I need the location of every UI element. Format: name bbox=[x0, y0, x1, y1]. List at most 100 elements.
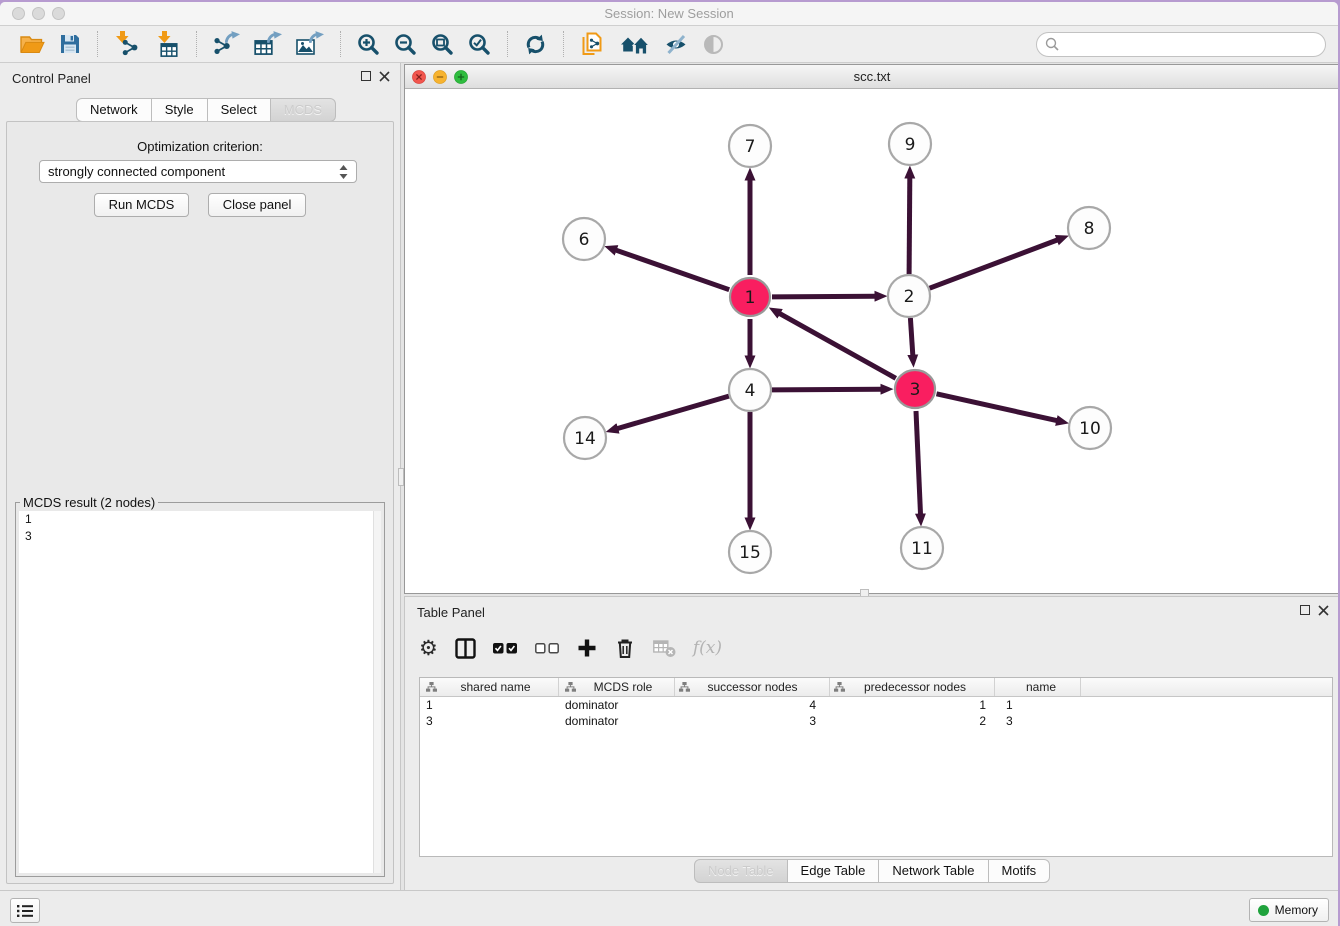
mcds-result-item: 1 bbox=[19, 511, 381, 528]
network-graph[interactable]: 7 9 6 8 1 2 4 3 14 10 15 11 bbox=[405, 89, 1338, 593]
column-settings-gear-icon[interactable]: ⚙ bbox=[419, 638, 438, 658]
function-builder-icon[interactable]: f(x) bbox=[693, 638, 722, 658]
svg-text:4: 4 bbox=[745, 381, 756, 401]
mcds-result-list[interactable]: 1 3 bbox=[19, 511, 381, 873]
float-table-panel-icon[interactable] bbox=[1300, 605, 1310, 615]
column-header-successor-nodes[interactable]: successor nodes bbox=[675, 678, 830, 696]
optimization-criterion-value: strongly connected component bbox=[48, 164, 339, 179]
graph-node-10[interactable]: 10 bbox=[1069, 407, 1111, 449]
column-header-name[interactable]: name bbox=[995, 678, 1081, 696]
graph-node-3[interactable]: 3 bbox=[895, 370, 935, 408]
graph-edge-3-1[interactable] bbox=[780, 314, 896, 379]
cell-shared-name[interactable]: 3 bbox=[420, 713, 559, 729]
column-header-shared-name[interactable]: shared name bbox=[420, 678, 559, 696]
import-table-icon[interactable] bbox=[147, 28, 187, 60]
zoom-fit-icon[interactable] bbox=[424, 28, 461, 60]
close-panel-icon[interactable] bbox=[379, 71, 390, 82]
svg-text:9: 9 bbox=[905, 135, 916, 155]
clone-network-icon[interactable] bbox=[573, 28, 613, 60]
svg-text:2: 2 bbox=[904, 287, 915, 307]
tab-motifs[interactable]: Motifs bbox=[989, 859, 1051, 883]
graph-node-6[interactable]: 6 bbox=[563, 218, 605, 260]
export-table-icon[interactable] bbox=[247, 28, 289, 60]
vertical-splitter-grip[interactable] bbox=[398, 468, 404, 486]
tab-style[interactable]: Style bbox=[152, 98, 208, 122]
memory-button[interactable]: Memory bbox=[1249, 898, 1329, 922]
control-panel-title: Control Panel bbox=[12, 71, 91, 86]
optimization-criterion-select[interactable]: strongly connected component bbox=[39, 160, 357, 183]
tab-mcds[interactable]: MCDS bbox=[271, 98, 336, 122]
svg-text:10: 10 bbox=[1079, 419, 1101, 439]
graph-node-14[interactable]: 14 bbox=[564, 417, 606, 459]
save-session-icon[interactable] bbox=[52, 28, 88, 60]
birdseye-view-icon[interactable] bbox=[695, 28, 732, 60]
graph-edge-4-14[interactable] bbox=[618, 396, 729, 428]
import-network-icon[interactable] bbox=[107, 28, 147, 60]
table-panel: Table Panel ⚙ bbox=[404, 596, 1338, 890]
graph-edge-4-3[interactable] bbox=[772, 389, 881, 390]
graph-node-15[interactable]: 15 bbox=[729, 531, 771, 573]
apply-layout-icon[interactable] bbox=[517, 28, 554, 60]
export-network-icon[interactable] bbox=[206, 28, 247, 60]
cell-mcds-role[interactable]: dominator bbox=[559, 697, 675, 713]
search-input[interactable] bbox=[1060, 35, 1325, 55]
select-all-columns-icon[interactable] bbox=[493, 643, 518, 654]
table-row[interactable]: 3 dominator 3 2 3 bbox=[420, 713, 1332, 729]
home-icon[interactable] bbox=[613, 28, 657, 60]
control-panel: Control Panel Network Style Select MCDS … bbox=[0, 63, 401, 890]
graph-node-8[interactable]: 8 bbox=[1068, 207, 1110, 249]
show-columns-icon[interactable] bbox=[455, 638, 476, 659]
column-header-mcds-role[interactable]: MCDS role bbox=[559, 678, 675, 696]
graph-node-7[interactable]: 7 bbox=[729, 125, 771, 167]
dropdown-stepper-icon bbox=[339, 165, 348, 179]
graph-edge-1-2[interactable] bbox=[772, 296, 875, 297]
delete-table-icon[interactable] bbox=[653, 639, 676, 658]
zoom-selected-icon[interactable] bbox=[461, 28, 498, 60]
graph-edge-3-10[interactable] bbox=[937, 394, 1057, 421]
zoom-in-icon[interactable] bbox=[350, 28, 387, 60]
unselect-all-columns-icon[interactable] bbox=[535, 643, 560, 654]
cell-successor-nodes[interactable]: 4 bbox=[675, 697, 830, 713]
cell-predecessor-nodes[interactable]: 1 bbox=[830, 697, 995, 713]
table-row[interactable]: 1 dominator 4 1 1 bbox=[420, 697, 1332, 713]
cell-predecessor-nodes[interactable]: 2 bbox=[830, 713, 995, 729]
close-panel-button[interactable]: Close panel bbox=[208, 193, 307, 217]
graph-node-2[interactable]: 2 bbox=[888, 275, 930, 317]
cell-shared-name[interactable]: 1 bbox=[420, 697, 559, 713]
delete-column-trash-icon[interactable] bbox=[614, 637, 636, 659]
open-session-icon[interactable] bbox=[12, 28, 52, 60]
tab-network[interactable]: Network bbox=[76, 98, 152, 122]
graph-node-1[interactable]: 1 bbox=[730, 278, 770, 316]
svg-text:11: 11 bbox=[911, 539, 933, 559]
graph-edge-2-8[interactable] bbox=[930, 240, 1058, 288]
tab-network-table[interactable]: Network Table bbox=[879, 859, 988, 883]
graph-node-11[interactable]: 11 bbox=[901, 527, 943, 569]
graph-edge-1-6[interactable] bbox=[616, 250, 729, 290]
task-history-button[interactable] bbox=[10, 898, 40, 923]
graph-node-4[interactable]: 4 bbox=[729, 369, 771, 411]
run-mcds-button[interactable]: Run MCDS bbox=[94, 193, 190, 217]
cell-name[interactable]: 1 bbox=[995, 697, 1081, 713]
application-window: Session: New Session bbox=[0, 2, 1338, 926]
tab-edge-table[interactable]: Edge Table bbox=[788, 859, 880, 883]
close-table-panel-icon[interactable] bbox=[1318, 605, 1329, 616]
hide-panels-eye-icon[interactable] bbox=[657, 28, 695, 60]
cell-successor-nodes[interactable]: 3 bbox=[675, 713, 830, 729]
zoom-out-icon[interactable] bbox=[387, 28, 424, 60]
result-scrollbar[interactable] bbox=[373, 511, 381, 873]
export-image-icon[interactable] bbox=[289, 28, 331, 60]
network-canvas[interactable]: 7 9 6 8 1 2 4 3 14 10 15 11 bbox=[405, 89, 1338, 593]
float-panel-icon[interactable] bbox=[361, 71, 371, 81]
shared-column-tree-icon bbox=[834, 682, 845, 692]
cell-name[interactable]: 3 bbox=[995, 713, 1081, 729]
tab-select[interactable]: Select bbox=[208, 98, 271, 122]
tab-node-table[interactable]: Node Table bbox=[694, 859, 788, 883]
column-header-predecessor-nodes[interactable]: predecessor nodes bbox=[830, 678, 995, 696]
control-panel-header: Control Panel bbox=[0, 63, 400, 93]
graph-edge-2-3[interactable] bbox=[910, 318, 912, 355]
graph-node-9[interactable]: 9 bbox=[889, 123, 931, 165]
add-column-icon[interactable] bbox=[577, 638, 597, 658]
cell-mcds-role[interactable]: dominator bbox=[559, 713, 675, 729]
graph-edge-3-11[interactable] bbox=[916, 411, 921, 514]
graph-edge-2-9[interactable] bbox=[909, 178, 910, 274]
